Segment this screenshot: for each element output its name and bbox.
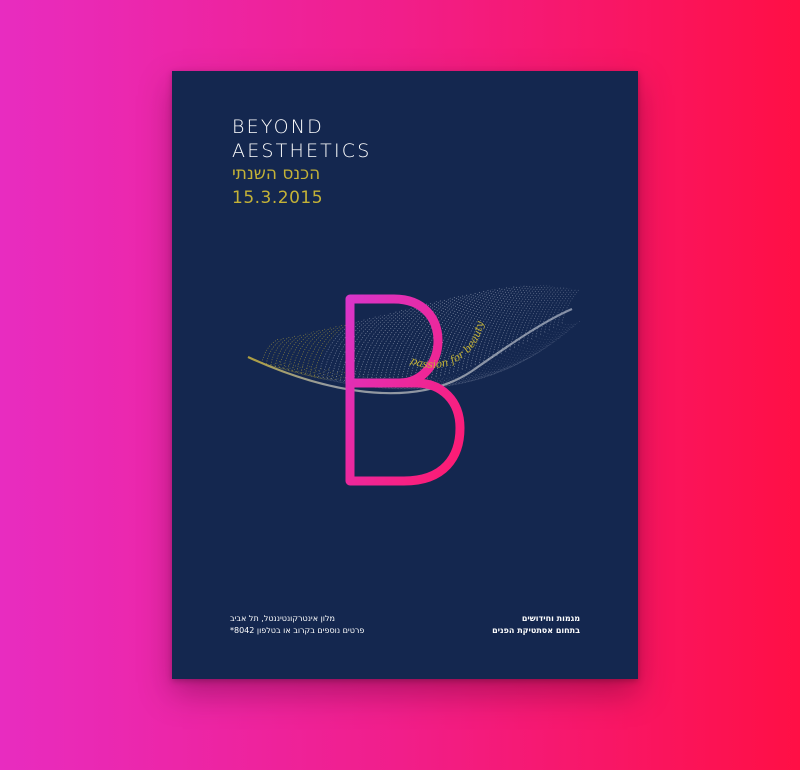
footer-topic-line2: בתחום אסתטיקת הפנים: [492, 626, 580, 635]
footer-venue-line2: פרטים נוספים בקרוב או בטלפון 8042*: [230, 626, 365, 635]
footer-topic-line1: מגמות וחידושים: [521, 614, 580, 623]
event-poster: BEYOND AESTHETICS הכנס השנתי 15.3.2015 p…: [172, 71, 638, 679]
footer-topic: מגמות וחידושים בתחום אסתטיקת הפנים: [492, 613, 580, 637]
footer-venue-line1: מלון אינטרקונטיננטל, תל אביב: [230, 614, 335, 623]
footer-venue: מלון אינטרקונטיננטל, תל אביב פרטים נוספי…: [230, 613, 364, 637]
feather-logo-artwork: passion for beauty: [247, 285, 581, 486]
